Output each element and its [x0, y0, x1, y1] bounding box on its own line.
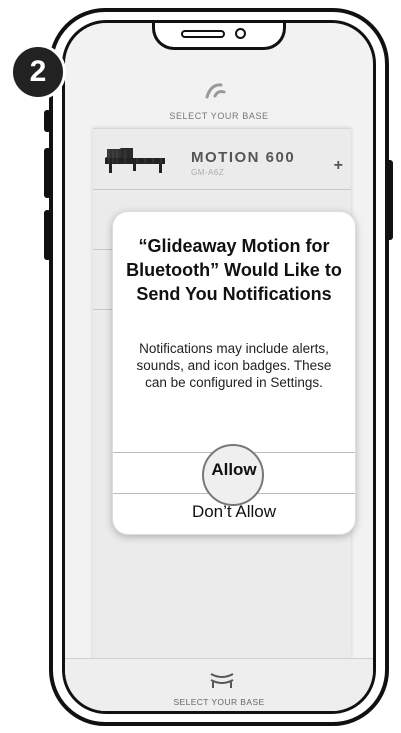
- step-number-badge: 2: [10, 44, 66, 100]
- dialog-message: Notifications may include alerts, sounds…: [136, 341, 332, 390]
- phone-screen: SELECT YOUR BASE MOTION 600 GM-A6Z + “Gl…: [62, 20, 376, 714]
- bed-base-image: [105, 148, 165, 173]
- base-title: MOTION 600: [191, 149, 296, 166]
- front-camera: [235, 28, 246, 39]
- dont-allow-button[interactable]: Don’t Allow: [113, 502, 355, 522]
- glideaway-logo-icon: [205, 83, 226, 99]
- notification-permission-dialog: “Glideaway Motion for Bluetooth” Would L…: [112, 211, 356, 535]
- adjustable-base-icon[interactable]: [209, 671, 235, 689]
- allow-button[interactable]: Allow: [113, 460, 355, 480]
- header-title: SELECT YOUR BASE: [169, 111, 269, 121]
- bottom-nav: SELECT YOUR BASE: [65, 658, 373, 711]
- bottom-nav-label[interactable]: SELECT YOUR BASE: [65, 697, 373, 707]
- dialog-title: “Glideaway Motion for Bluetooth” Would L…: [126, 236, 342, 304]
- base-item-motion-600[interactable]: MOTION 600 GM-A6Z +: [93, 129, 351, 190]
- add-base-button[interactable]: +: [334, 157, 343, 175]
- phone-notch: [152, 23, 286, 50]
- base-model: GM-A6Z: [191, 168, 225, 177]
- speaker-grille: [181, 30, 225, 38]
